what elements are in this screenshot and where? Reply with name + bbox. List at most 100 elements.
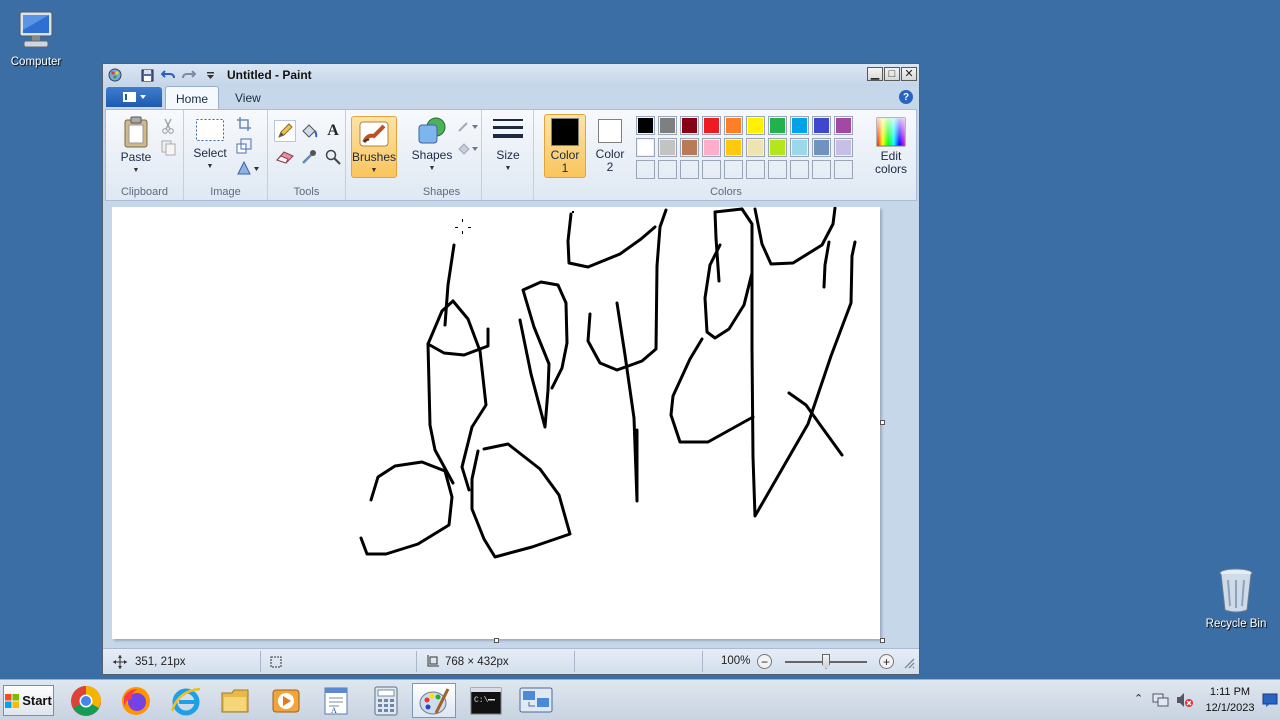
tab-view[interactable]: View (225, 86, 271, 109)
zoom-in-button[interactable]: + (879, 654, 894, 669)
taskbar-wordpad[interactable]: A (314, 683, 358, 718)
palette-swatch[interactable] (658, 138, 677, 157)
palette-swatch[interactable] (812, 116, 831, 135)
select-button[interactable]: Select ▼ (190, 116, 230, 173)
palette-swatch[interactable] (790, 138, 809, 157)
palette-swatch[interactable] (768, 138, 787, 157)
color-2-button[interactable]: Color 2 (590, 114, 630, 178)
resize-handle-bottom[interactable] (494, 638, 499, 643)
palette-swatch[interactable] (636, 160, 655, 179)
outline-icon[interactable] (456, 116, 480, 136)
windows-logo-icon (5, 693, 20, 708)
palette-swatch[interactable] (680, 138, 699, 157)
palette-swatch[interactable] (834, 160, 853, 179)
pencil-stroke (518, 280, 569, 429)
palette-swatch[interactable] (702, 116, 721, 135)
palette-swatch[interactable] (658, 160, 677, 179)
desktop-icon-computer[interactable]: Computer (0, 8, 72, 68)
palette-swatch[interactable] (746, 138, 765, 157)
swatch-color (660, 140, 675, 155)
color-1-button[interactable]: Color 1 (544, 114, 586, 178)
palette-swatch[interactable] (636, 138, 655, 157)
color-picker-icon[interactable] (298, 146, 320, 168)
palette-swatch[interactable] (724, 116, 743, 135)
edit-colors-button[interactable]: Edit colors (868, 114, 914, 178)
size-button[interactable]: Size ▼ (490, 116, 526, 175)
palette-swatch[interactable] (834, 116, 853, 135)
palette-swatch[interactable] (746, 116, 765, 135)
palette-swatch[interactable] (790, 160, 809, 179)
clock-date[interactable]: 12/1/2023 (1200, 702, 1260, 714)
redo-icon[interactable] (180, 66, 198, 84)
save-icon[interactable] (138, 66, 156, 84)
taskbar-calculator[interactable] (364, 683, 408, 718)
text-tool-icon[interactable]: A (322, 120, 344, 142)
palette-swatch[interactable] (834, 138, 853, 157)
maximize-button[interactable]: □ (884, 67, 900, 81)
copy-icon[interactable] (158, 138, 178, 158)
palette-swatch[interactable] (768, 160, 787, 179)
resize-handle-right[interactable] (880, 420, 885, 425)
show-hidden-icons-button[interactable]: ⌃ (1134, 692, 1143, 705)
pencil-stroke (753, 207, 837, 266)
paint-menu-button[interactable] (106, 87, 162, 107)
volume-muted-icon[interactable] (1176, 692, 1194, 711)
taskbar-paint[interactable] (412, 683, 456, 718)
palette-swatch[interactable] (724, 138, 743, 157)
clock-time[interactable]: 1:11 PM (1200, 686, 1260, 698)
drawing-canvas[interactable] (112, 207, 880, 639)
palette-swatch[interactable] (790, 116, 809, 135)
taskbar-remote-desktop[interactable] (514, 683, 558, 718)
brushes-button[interactable]: Brushes ▼ (351, 116, 397, 178)
palette-swatch[interactable] (812, 138, 831, 157)
cut-icon[interactable] (158, 116, 178, 136)
palette-swatch[interactable] (768, 116, 787, 135)
close-button[interactable]: ✕ (901, 67, 917, 81)
title-bar[interactable]: Untitled - Paint ▁ □ ✕ (103, 64, 919, 86)
shape-fill-icon[interactable] (456, 138, 480, 158)
group-label: Colors (710, 186, 742, 198)
undo-icon[interactable] (159, 66, 177, 84)
desktop-icon-recycle-bin[interactable]: Recycle Bin (1200, 566, 1272, 630)
action-center-icon[interactable] (1262, 692, 1278, 711)
tab-home[interactable]: Home (165, 86, 220, 109)
pencil-stroke (443, 243, 456, 327)
eraser-icon[interactable] (274, 146, 296, 168)
resize-grip-icon[interactable] (903, 657, 915, 669)
crop-icon[interactable] (234, 114, 254, 134)
palette-swatch[interactable] (680, 160, 699, 179)
zoom-slider-thumb[interactable] (822, 654, 830, 669)
fill-icon[interactable] (298, 120, 320, 142)
zoom-out-button[interactable]: − (757, 654, 772, 669)
swatch-color (748, 118, 763, 133)
paste-button[interactable]: Paste ▼ (114, 116, 158, 177)
palette-swatch[interactable] (680, 116, 699, 135)
media-player-icon (272, 689, 300, 712)
palette-swatch[interactable] (812, 160, 831, 179)
palette-swatch[interactable] (658, 116, 677, 135)
shapes-button[interactable]: Shapes ▼ (410, 116, 454, 175)
taskbar-file-explorer[interactable] (214, 683, 258, 718)
rotate-icon[interactable] (234, 158, 262, 178)
minimize-button[interactable]: ▁ (867, 67, 883, 81)
customize-quick-access-icon[interactable] (201, 66, 219, 84)
paint-app-icon[interactable] (106, 66, 124, 84)
palette-swatch[interactable] (636, 116, 655, 135)
palette-swatch[interactable] (746, 160, 765, 179)
taskbar-media-player[interactable] (264, 683, 308, 718)
resize-handle-corner[interactable] (880, 638, 885, 643)
palette-swatch[interactable] (702, 138, 721, 157)
resize-icon[interactable] (234, 136, 254, 156)
start-button[interactable]: Start (3, 685, 54, 716)
pencil-icon[interactable] (274, 120, 296, 142)
palette-swatch[interactable] (702, 160, 721, 179)
swatch-color (770, 162, 785, 177)
taskbar-firefox[interactable] (114, 683, 158, 718)
network-icon[interactable] (1152, 692, 1170, 711)
taskbar-internet-explorer[interactable] (164, 683, 208, 718)
help-icon[interactable]: ? (899, 90, 913, 104)
taskbar-command-prompt[interactable]: C:\ (464, 683, 508, 718)
palette-swatch[interactable] (724, 160, 743, 179)
magnifier-icon[interactable] (322, 146, 344, 168)
taskbar-chrome[interactable] (64, 683, 108, 718)
